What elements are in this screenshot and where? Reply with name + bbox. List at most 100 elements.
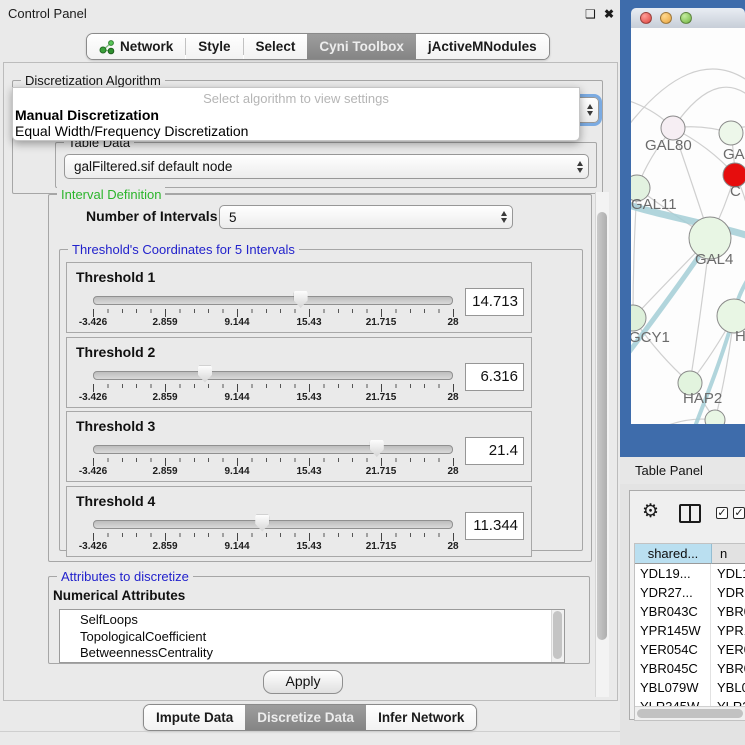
table-cell-shared-name: YDR27... <box>635 583 711 602</box>
network-canvas: GAL80GACGAL11GAL4GCY1HHAP2 <box>631 28 745 424</box>
threshold-panels: Threshold 1 -3.4262.8599.14415.4321.7152… <box>60 262 532 560</box>
tab-impute-data[interactable]: Impute Data <box>144 705 245 730</box>
table-rows: YDL19... YDL1 YDR27... YDR2 YBR043C YBR0… <box>635 564 745 721</box>
table-row[interactable]: YBR043C YBR0 <box>635 602 745 621</box>
main-scrollbar[interactable] <box>595 192 609 697</box>
tab-cyni-toolbox[interactable]: Cyni Toolbox <box>307 34 416 59</box>
slider-handle[interactable] <box>294 291 308 308</box>
tab-discretize-data-label: Discretize Data <box>257 710 354 725</box>
tab-network[interactable]: Network <box>87 34 185 59</box>
threshold-panel: Threshold 3 -3.4262.8599.14415.4321.7152… <box>66 411 532 482</box>
close-icon[interactable]: ✖ <box>604 7 614 21</box>
slider-handle[interactable] <box>198 366 212 383</box>
combo-stepper-icon <box>496 211 512 223</box>
list-item[interactable]: BetweennessCentrality <box>60 645 564 662</box>
threshold-panel: Threshold 1 -3.4262.8599.14415.4321.7152… <box>66 262 532 333</box>
threshold-label: Threshold 1 <box>76 269 155 285</box>
table-cell-name: YBR0 <box>711 659 745 678</box>
table-horizontal-scrollbar-thumb[interactable] <box>637 709 743 718</box>
network-node-node-bottom[interactable] <box>705 410 725 424</box>
table-row[interactable]: YBL079W YBL0 <box>635 678 745 697</box>
tab-jactivemnodules[interactable]: jActiveMNodules <box>416 34 549 59</box>
table-cell-name: YDR2 <box>711 583 745 602</box>
table-panel-box: ⚙ ✓ ✓ shared... n YDL19... YDL1 YDR27...… <box>629 490 745 720</box>
dropdown-item-manual-discretization[interactable]: Manual Discretization <box>13 107 579 123</box>
network-node-label: GAL4 <box>695 251 733 268</box>
threshold-value[interactable]: 21.4 <box>465 437 524 465</box>
slider-track[interactable] <box>93 520 453 529</box>
tab-style-label: Style <box>198 39 230 54</box>
zoom-traffic-light[interactable] <box>680 12 692 24</box>
table-cell-shared-name: YBR043C <box>635 602 711 621</box>
list-item[interactable]: TopologicalCoefficient <box>60 629 564 646</box>
apply-button[interactable]: Apply <box>263 670 343 694</box>
network-view[interactable]: GAL80GACGAL11GAL4GCY1HHAP2 <box>631 28 745 424</box>
numerical-attributes-list[interactable]: SelfLoops TopologicalCoefficient Between… <box>59 609 565 663</box>
tab-discretize-data[interactable]: Discretize Data <box>245 705 366 730</box>
numerical-attributes-label: Numerical Attributes <box>53 588 185 603</box>
threshold-slider[interactable] <box>93 296 453 305</box>
table-cell-shared-name: YDL19... <box>635 564 711 583</box>
threshold-label: Threshold 3 <box>76 418 155 434</box>
threshold-slider[interactable] <box>93 520 453 529</box>
table-cell-name: YER0 <box>711 640 745 659</box>
checkbox-icon[interactable]: ✓ <box>733 507 745 519</box>
attributes-list-scrollbar-thumb[interactable] <box>553 611 562 659</box>
threshold-slider[interactable] <box>93 445 453 454</box>
table-row[interactable]: YER054C YER0 <box>635 640 745 659</box>
column-header-shared-name[interactable]: shared... <box>635 544 712 564</box>
table-row[interactable]: YDR27... YDR2 <box>635 583 745 602</box>
attributes-list-scrollbar[interactable] <box>551 610 564 662</box>
dropdown-item-equal-width[interactable]: Equal Width/Frequency Discretization <box>13 123 579 139</box>
slider-handle[interactable] <box>255 515 269 532</box>
threshold-label: Threshold 2 <box>76 344 155 360</box>
minimize-traffic-light[interactable] <box>660 12 672 24</box>
network-window-titlebar[interactable] <box>631 8 745 29</box>
slider-handle[interactable] <box>370 440 384 457</box>
network-node-label: C <box>730 183 741 200</box>
list-item[interactable]: SelfLoops <box>60 612 564 629</box>
table-row[interactable]: YDL19... YDL1 <box>635 564 745 583</box>
threshold-value[interactable]: 6.316 <box>465 363 524 391</box>
number-of-intervals-label: Number of Intervals <box>86 208 217 224</box>
tab-style[interactable]: Style <box>186 34 242 59</box>
dropdown-placeholder-item[interactable]: Select algorithm to view settings <box>13 90 579 107</box>
network-edge[interactable] <box>631 419 715 424</box>
threshold-slider[interactable] <box>93 371 453 380</box>
checkbox-icon[interactable]: ✓ <box>716 507 728 519</box>
network-node-GCY1[interactable] <box>631 305 646 331</box>
float-window-icon[interactable]: ❑ <box>585 7 596 21</box>
table-cell-name: YPR1 <box>711 621 745 640</box>
table-row[interactable]: YPR145W YPR1 <box>635 621 745 640</box>
tab-infer-network[interactable]: Infer Network <box>366 705 476 730</box>
split-columns-icon[interactable] <box>679 504 701 523</box>
network-window-frame: GAL80GACGAL11GAL4GCY1HHAP2 <box>620 0 745 457</box>
network-node-label: GAL80 <box>645 137 692 154</box>
network-node-node-top-right[interactable] <box>719 121 743 145</box>
table-horizontal-scrollbar[interactable] <box>635 706 745 720</box>
table-row[interactable]: YBR045C YBR0 <box>635 659 745 678</box>
slider-ticks <box>93 533 453 541</box>
tab-jactivemnodules-label: jActiveMNodules <box>428 39 537 54</box>
network-node-label: GAL11 <box>631 196 677 213</box>
slider-track[interactable] <box>93 445 453 454</box>
close-traffic-light[interactable] <box>640 12 652 24</box>
table-cell-shared-name: YPR145W <box>635 621 711 640</box>
number-of-intervals-combobox[interactable]: 5 <box>219 205 513 229</box>
algorithm-dropdown-popup: Select algorithm to view settings Manual… <box>12 87 580 141</box>
table-cell-name: YDL1 <box>711 564 745 583</box>
attributes-group-label: Attributes to discretize <box>57 569 193 584</box>
threshold-panel: Threshold 4 -3.4262.8599.14415.4321.7152… <box>66 486 532 557</box>
main-scrollbar-thumb[interactable] <box>597 212 607 640</box>
table-panel-header: Table Panel <box>620 457 745 485</box>
gear-icon[interactable]: ⚙ <box>642 502 659 521</box>
screen: Control Panel ❑ ✖ Network Style <box>0 0 745 745</box>
column-header-name[interactable]: n <box>712 544 745 564</box>
table-data-combobox[interactable]: galFiltered.sif default node <box>64 154 589 179</box>
tab-select[interactable]: Select <box>244 34 308 59</box>
thresholds-group: Threshold's Coordinates for 5 Intervals … <box>59 249 583 551</box>
threshold-value[interactable]: 14.713 <box>465 288 524 316</box>
slider-track[interactable] <box>93 371 453 380</box>
threshold-value[interactable]: 11.344 <box>465 512 524 540</box>
slider-track[interactable] <box>93 296 453 305</box>
